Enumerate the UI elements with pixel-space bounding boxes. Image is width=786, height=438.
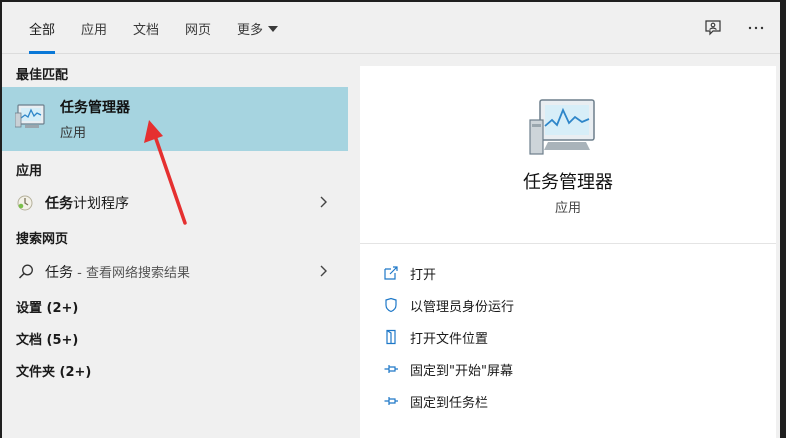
best-match-header: 最佳匹配 <box>16 68 69 83</box>
task-scheduler-label-rest: 计划程序 <box>73 196 129 212</box>
open-file-location-action[interactable]: 打开文件位置 <box>382 325 488 349</box>
category-settings[interactable]: 设置 (2+) <box>16 297 78 316</box>
tab-more-label: 更多 <box>237 22 264 38</box>
pin-to-taskbar-action[interactable]: 固定到任务栏 <box>382 389 488 413</box>
list-item-web-search[interactable]: 任务 - 查看网络搜索结果 <box>2 255 348 287</box>
pin-to-taskbar-label: 固定到任务栏 <box>410 395 489 411</box>
search-web-header: 搜索网页 <box>16 232 69 247</box>
tab-web[interactable]: 网页 <box>185 2 211 54</box>
web-search-term: 任务 <box>45 265 73 281</box>
open-file-location-label: 打开文件位置 <box>410 331 489 347</box>
file-location-icon <box>382 328 400 346</box>
pin-to-start-action[interactable]: 固定到"开始"屏幕 <box>382 357 513 381</box>
task-scheduler-icon <box>16 194 34 212</box>
pin-icon <box>382 392 400 410</box>
web-search-suffix: - 查看网络搜索结果 <box>73 266 190 281</box>
task-manager-icon <box>14 100 49 134</box>
more-options-icon[interactable] <box>745 17 767 39</box>
chevron-right-icon <box>320 265 327 277</box>
best-match-subtitle: 应用 <box>60 126 87 141</box>
tab-more[interactable]: 更多 <box>237 2 279 54</box>
search-window: 全部 应用 文档 网页 更多 最佳匹配 任务管理器 应用 应用 任务计划程序 搜… <box>2 2 780 438</box>
tab-documents-label: 文档 <box>133 22 160 38</box>
pin-to-start-label: 固定到"开始"屏幕 <box>410 363 513 379</box>
run-as-admin-label: 以管理员身份运行 <box>410 299 515 315</box>
preview-divider <box>360 243 776 244</box>
tab-documents[interactable]: 文档 <box>133 2 159 54</box>
chevron-down-icon <box>268 26 279 32</box>
tab-apps[interactable]: 应用 <box>81 2 107 54</box>
category-folders[interactable]: 文件夹 (2+) <box>16 361 91 380</box>
apps-header: 应用 <box>16 164 43 179</box>
preview-title: 任务管理器 <box>523 172 613 193</box>
preview-subtitle: 应用 <box>554 201 581 216</box>
open-action[interactable]: 打开 <box>382 261 436 285</box>
task-scheduler-label-bold: 任务 <box>45 196 73 212</box>
tab-all[interactable]: 全部 <box>29 2 56 54</box>
open-action-label: 打开 <box>410 267 437 283</box>
feedback-icon[interactable] <box>702 17 724 39</box>
pin-icon <box>382 360 400 378</box>
tab-web-label: 网页 <box>185 22 212 38</box>
search-tab-bar: 全部 应用 文档 网页 更多 <box>2 2 780 54</box>
search-results-panel: 最佳匹配 任务管理器 应用 应用 任务计划程序 搜索网页 任务 - 查看网络搜索… <box>2 55 348 438</box>
chevron-right-icon <box>320 196 327 208</box>
best-match-result[interactable]: 任务管理器 应用 <box>2 87 348 151</box>
run-as-admin-action[interactable]: 以管理员身份运行 <box>382 293 514 317</box>
shield-icon <box>382 296 400 314</box>
category-documents[interactable]: 文档 (5+) <box>16 329 78 348</box>
open-icon <box>382 264 400 282</box>
search-icon <box>17 263 35 281</box>
tab-apps-label: 应用 <box>81 22 108 38</box>
preview-panel: 任务管理器 应用 打开 以管理员身份运行 打开文件位置 固定到"开始"屏幕 固定… <box>360 66 776 438</box>
active-tab-indicator <box>29 51 56 54</box>
list-item-task-scheduler[interactable]: 任务计划程序 <box>2 186 348 218</box>
tab-all-label: 全部 <box>29 22 56 38</box>
best-match-title: 任务管理器 <box>60 100 130 116</box>
task-manager-large-icon <box>526 92 602 168</box>
